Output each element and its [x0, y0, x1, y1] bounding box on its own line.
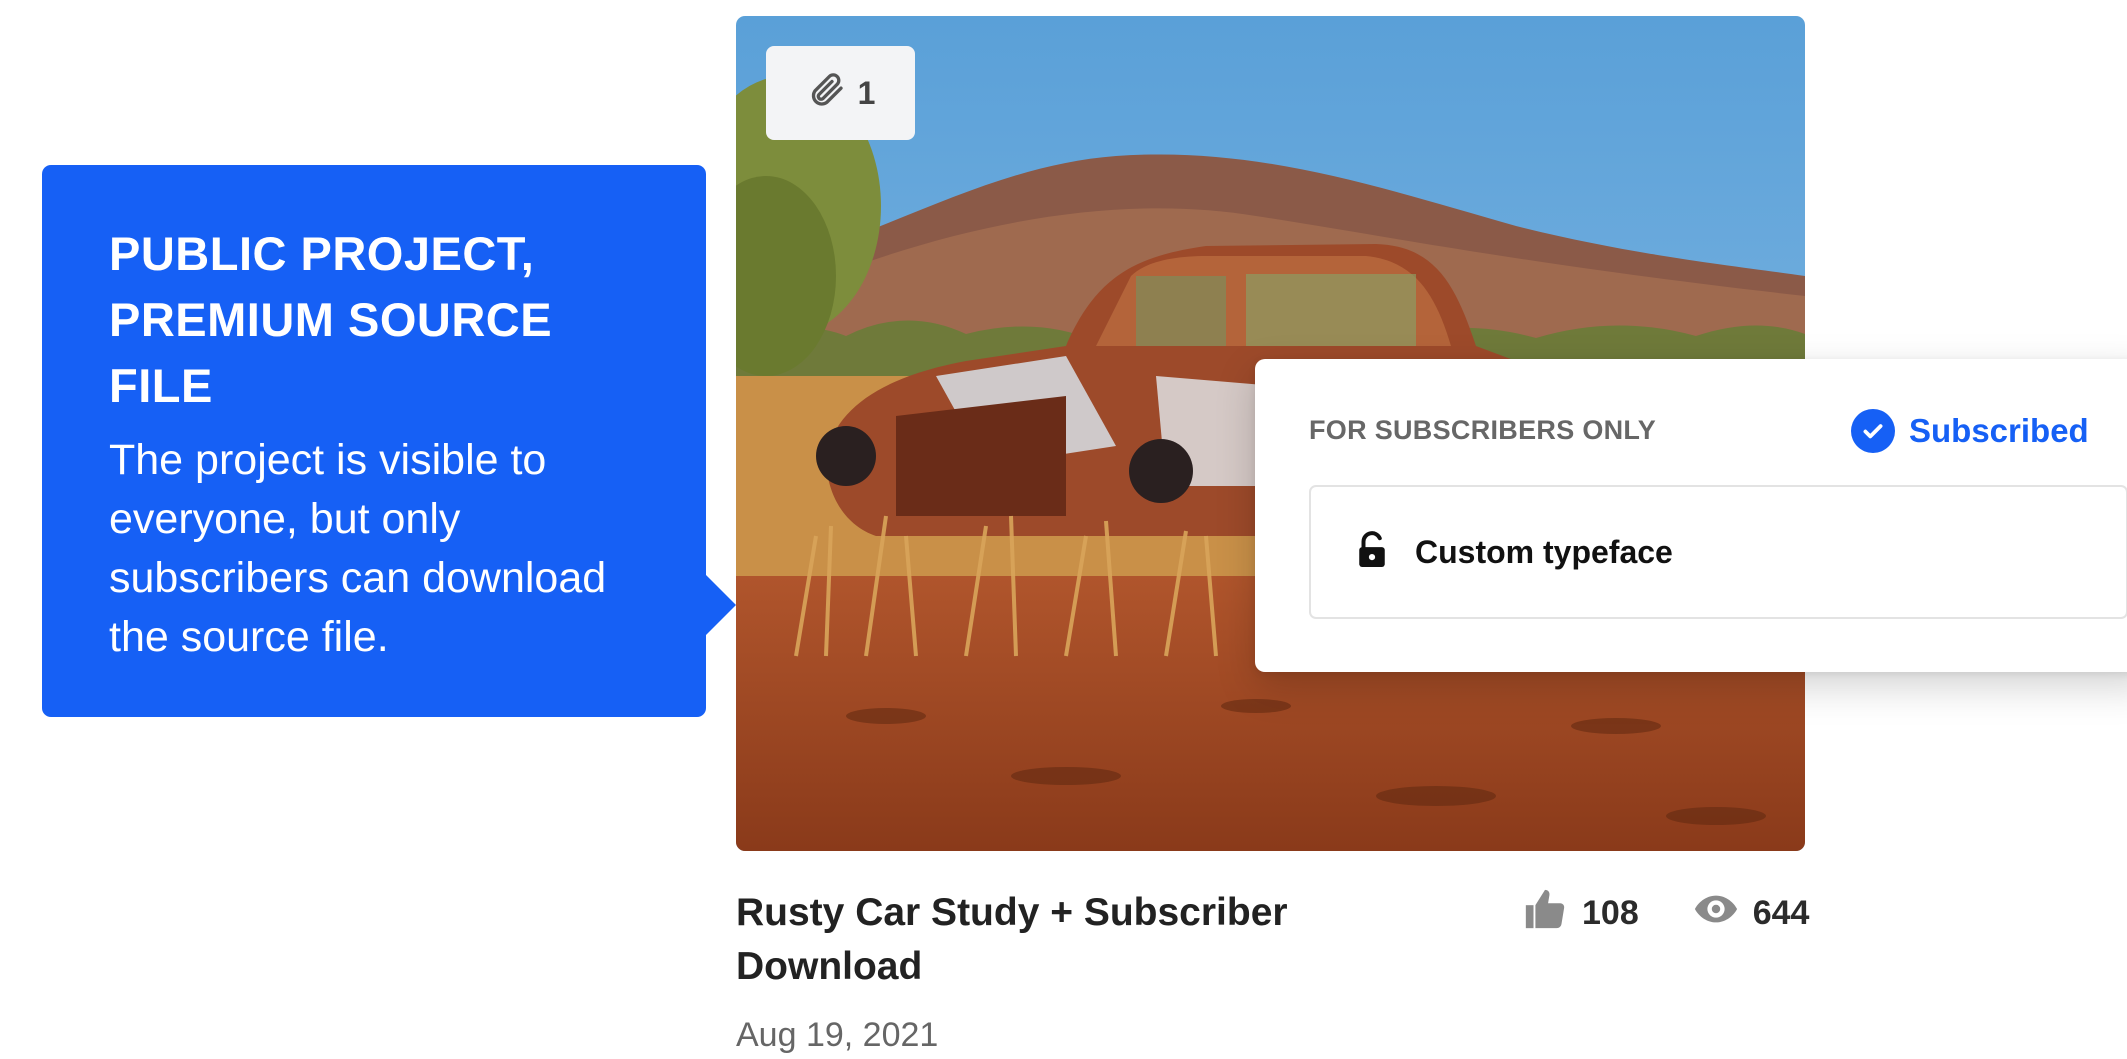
callout-title: PUBLIC PROJECT, PREMIUM SOURCE FILE — [109, 227, 553, 412]
view-count: 644 — [1752, 894, 1810, 932]
project-title[interactable]: Rusty Car Study + Subscriber Download — [736, 886, 1356, 994]
subscribers-only-label: FOR SUBSCRIBERS ONLY — [1309, 415, 1657, 445]
subscribed-status[interactable]: Subscribed — [1851, 409, 2089, 453]
source-file-item[interactable]: Custom typeface — [1309, 485, 2127, 619]
attachment-count: 1 — [857, 74, 876, 111]
publish-date: Aug 19, 2021 — [736, 1016, 939, 1054]
file-name: Custom typeface — [1415, 533, 1673, 570]
thumbs-up-icon[interactable] — [1522, 886, 1568, 941]
subscribers-popover: FOR SUBSCRIBERS ONLY Subscribed Custom t… — [1255, 359, 2127, 672]
paperclip-icon — [806, 69, 846, 117]
check-circle-icon — [1851, 409, 1895, 453]
unlock-icon — [1355, 530, 1389, 575]
subscribed-label: Subscribed — [1909, 412, 2089, 449]
callout-body: The project is visible to everyone, but … — [109, 436, 607, 661]
info-callout: PUBLIC PROJECT, PREMIUM SOURCE FILE The … — [42, 165, 736, 717]
project-stats: 108 644 — [1522, 886, 1809, 941]
eye-icon — [1693, 886, 1739, 941]
like-count: 108 — [1582, 894, 1639, 932]
attachment-badge[interactable]: 1 — [766, 46, 915, 140]
